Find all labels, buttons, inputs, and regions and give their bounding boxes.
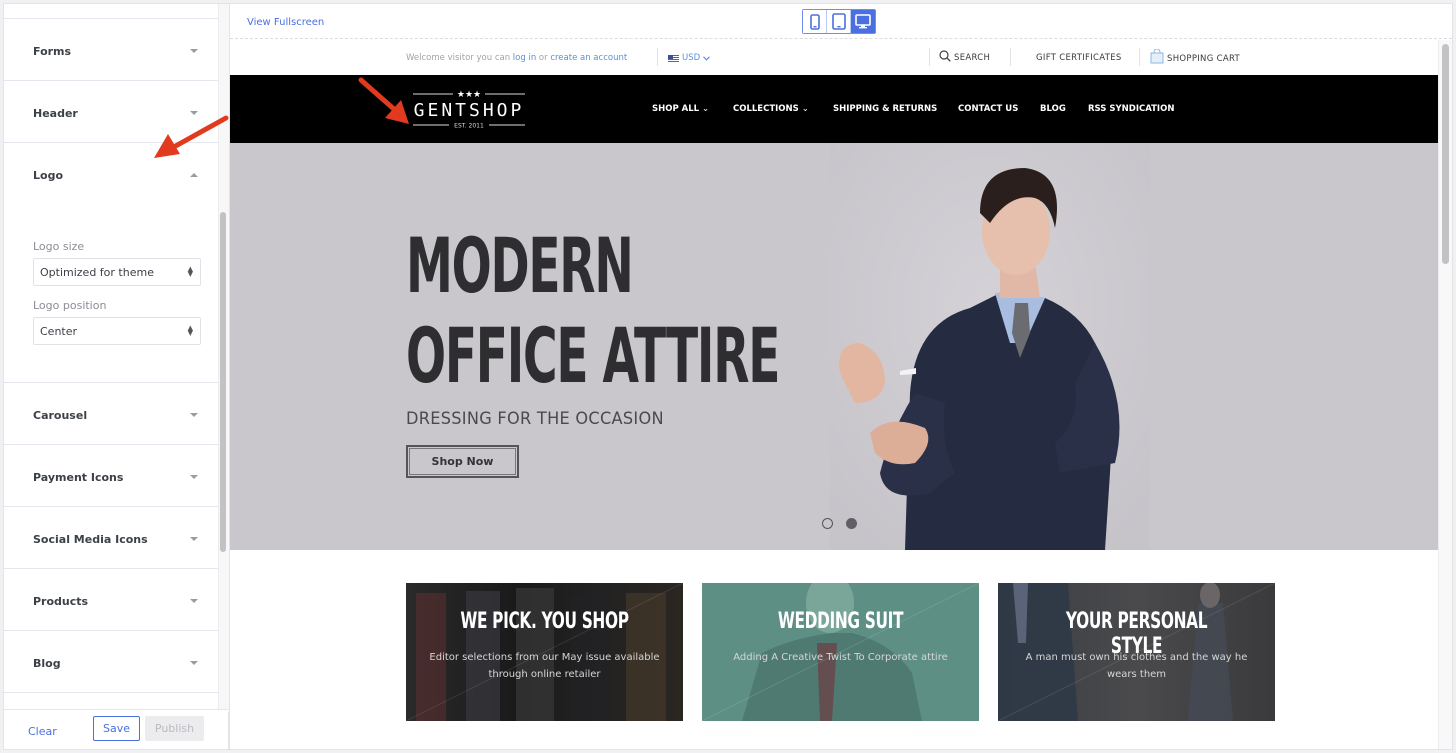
- carousel-dot-1[interactable]: [822, 518, 833, 529]
- tablet-icon: [831, 13, 846, 30]
- theme-settings-panel: Forms Header Logo Logo size Optimized fo…: [3, 3, 229, 750]
- hero-model-image: [830, 143, 1150, 550]
- publish-button[interactable]: Publish: [145, 716, 204, 741]
- section-products[interactable]: Products: [4, 569, 218, 631]
- section-carousel[interactable]: Carousel: [4, 383, 218, 445]
- chevron-down-icon: [703, 55, 711, 61]
- nav-blog[interactable]: BLOG: [1040, 104, 1066, 114]
- logo-size-label: Logo size: [33, 240, 85, 253]
- store-preview: View Fullscreen Welcome visitor you can …: [229, 3, 1453, 750]
- us-flag-icon: [668, 54, 679, 62]
- tile-title: WE PICK. YOU SHOP: [460, 609, 629, 634]
- panel-scrollbar-thumb[interactable]: [220, 212, 226, 552]
- section-title: Carousel: [33, 409, 88, 422]
- desktop-icon: [855, 14, 871, 29]
- chevron-down-icon: [190, 661, 198, 665]
- tile-description: Adding A Creative Twist To Corporate att…: [733, 652, 948, 663]
- desktop-view-button[interactable]: [851, 10, 875, 33]
- logo-est: EST. 2011: [454, 123, 484, 130]
- chevron-down-icon: [190, 537, 198, 541]
- chevron-up-icon: [190, 173, 198, 177]
- section-title: Products: [33, 595, 89, 608]
- save-button[interactable]: Save: [93, 716, 140, 741]
- hero-carousel: MODERN OFFICE ATTIRE DRESSING FOR THE OC…: [230, 143, 1439, 550]
- gift-certificates-link[interactable]: GIFT CERTIFICATES: [1036, 53, 1122, 63]
- clear-button[interactable]: Clear: [28, 725, 57, 738]
- chevron-down-icon: [190, 111, 198, 115]
- currency-selector[interactable]: USD: [668, 53, 711, 63]
- tile-description: A man must own his clothes and the way h…: [1025, 652, 1248, 680]
- view-fullscreen-link[interactable]: View Fullscreen: [247, 17, 324, 28]
- shop-now-button[interactable]: Shop Now: [406, 445, 519, 478]
- chevron-down-icon: ⌄: [702, 104, 710, 114]
- tablet-view-button[interactable]: [827, 10, 851, 33]
- promo-tile-we-pick[interactable]: WE PICK. YOU SHOP Editor selections from…: [406, 583, 683, 721]
- search-icon: [939, 50, 951, 62]
- logo-position-label: Logo position: [33, 299, 107, 312]
- promo-tile-wedding-suit[interactable]: WEDDING SUIT Adding A Creative Twist To …: [702, 583, 979, 721]
- section-title: Social Media Icons: [33, 533, 148, 546]
- section-title: Header: [33, 107, 78, 120]
- logo-name: GENTSHOP: [414, 100, 525, 121]
- logo-position-select[interactable]: Center ▲ ▼: [33, 317, 201, 345]
- section-title: Blog: [33, 657, 61, 670]
- login-link[interactable]: log in: [513, 53, 536, 63]
- section-header[interactable]: Header: [4, 81, 218, 143]
- nav-contact-us[interactable]: CONTACT US: [958, 104, 1018, 114]
- nav-rss-syndication[interactable]: RSS SYNDICATION: [1088, 104, 1174, 114]
- logo-size-select[interactable]: Optimized for theme ▲ ▼: [33, 258, 201, 286]
- panel-sections-list: Forms Header Logo Logo size Optimized fo…: [4, 4, 218, 712]
- section-social-media-icons[interactable]: Social Media Icons: [4, 507, 218, 569]
- mobile-icon: [809, 13, 820, 30]
- section-payment-icons[interactable]: Payment Icons: [4, 445, 218, 507]
- chevron-down-icon: [190, 475, 198, 479]
- promo-tile-personal-style[interactable]: YOUR PERSONAL STYLE A man must own his c…: [998, 583, 1275, 721]
- select-arrows-icon: ▲ ▼: [187, 324, 193, 337]
- main-navigation: ★★★ GENTSHOP EST. 2011 SHOP ALL ⌄ COLLEC…: [230, 75, 1439, 143]
- section-title: Forms: [33, 45, 72, 58]
- logo-size-value: Optimized for theme: [40, 266, 154, 279]
- preview-toolbar: View Fullscreen: [230, 4, 1452, 39]
- svg-text:★★★: ★★★: [457, 90, 481, 100]
- section-title: Payment Icons: [33, 471, 124, 484]
- mobile-view-button[interactable]: [803, 10, 827, 33]
- chevron-down-icon: [190, 413, 198, 417]
- hero-title: MODERN OFFICE ATTIRE: [406, 221, 780, 400]
- select-arrows-icon: ▲ ▼: [187, 265, 193, 278]
- hero-subtitle: DRESSING FOR THE OCCASION: [406, 409, 664, 429]
- tile-description: Editor selections from our May issue ava…: [429, 652, 660, 680]
- logo-position-value: Center: [40, 325, 78, 338]
- section-title: Logo: [33, 169, 63, 182]
- shopping-cart-link[interactable]: SHOPPING CART: [1150, 48, 1240, 64]
- shopping-bag-icon: [1150, 48, 1164, 64]
- nav-shipping-returns[interactable]: SHIPPING & RETURNS: [833, 104, 937, 114]
- chevron-down-icon: [190, 599, 198, 603]
- chevron-down-icon: [190, 49, 198, 53]
- panel-footer: Clear Save Publish: [4, 709, 228, 749]
- tile-title: WEDDING SUIT: [777, 609, 904, 634]
- section-logo[interactable]: Logo Logo size Optimized for theme ▲ ▼ Lo…: [4, 143, 218, 383]
- storefront: Welcome visitor you can log in or create…: [230, 40, 1439, 749]
- utility-bar: Welcome visitor you can log in or create…: [230, 40, 1439, 76]
- create-account-link[interactable]: create an account: [550, 53, 627, 63]
- preview-scrollbar-thumb[interactable]: [1442, 44, 1449, 264]
- section-forms[interactable]: Forms: [4, 19, 218, 81]
- store-logo[interactable]: ★★★ GENTSHOP EST. 2011: [411, 87, 527, 131]
- device-switcher: [802, 9, 876, 34]
- promo-tiles: WE PICK. YOU SHOP Editor selections from…: [406, 583, 1276, 721]
- search-link[interactable]: SEARCH: [939, 50, 990, 63]
- chevron-down-icon: ⌄: [801, 104, 809, 114]
- section-blog[interactable]: Blog: [4, 631, 218, 693]
- welcome-text: Welcome visitor you can log in or create…: [406, 53, 628, 63]
- carousel-dot-2[interactable]: [846, 518, 857, 529]
- nav-shop-all[interactable]: SHOP ALL ⌄: [652, 104, 709, 114]
- logo-graphic: ★★★ GENTSHOP EST. 2011: [413, 90, 525, 130]
- nav-collections[interactable]: COLLECTIONS ⌄: [733, 104, 809, 114]
